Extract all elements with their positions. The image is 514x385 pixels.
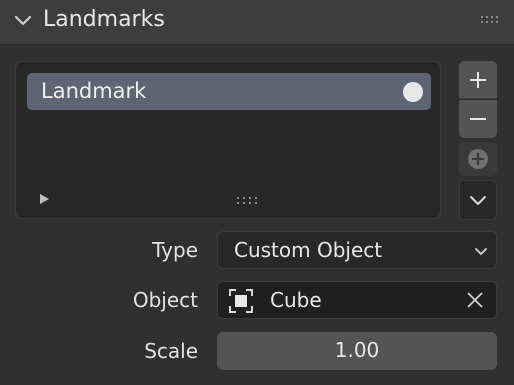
type-dropdown[interactable]: Custom Object bbox=[217, 231, 497, 269]
landmark-list[interactable]: Landmark bbox=[15, 61, 441, 219]
chevron-down-icon bbox=[470, 196, 486, 205]
play-triangle-icon[interactable] bbox=[38, 193, 50, 205]
plus-icon bbox=[470, 71, 486, 88]
chevron-down-icon bbox=[475, 248, 487, 255]
list-item-label: Landmark bbox=[41, 79, 147, 103]
grip-dots-icon[interactable] bbox=[480, 14, 502, 26]
circle-plus-icon bbox=[468, 149, 488, 169]
remove-button[interactable] bbox=[459, 100, 497, 138]
scale-label: Scale bbox=[144, 339, 198, 363]
object-field[interactable]: Cube bbox=[217, 281, 497, 319]
scale-value: 1.00 bbox=[334, 338, 380, 362]
landmarks-panel: Landmarks Landmark Type Custom Object Ob… bbox=[0, 0, 514, 385]
cube-object-icon bbox=[229, 289, 253, 313]
minus-icon bbox=[470, 118, 486, 120]
add-point-button[interactable] bbox=[459, 142, 497, 176]
scale-slider[interactable]: 1.00 bbox=[217, 332, 497, 370]
add-button[interactable] bbox=[459, 61, 497, 99]
list-menu-button[interactable] bbox=[459, 180, 497, 220]
close-icon[interactable] bbox=[466, 291, 484, 309]
chevron-down-icon[interactable] bbox=[13, 11, 33, 31]
type-label: Type bbox=[152, 238, 198, 262]
grip-dots-icon[interactable] bbox=[236, 196, 260, 206]
circle-dot-icon[interactable] bbox=[403, 82, 423, 102]
panel-title: Landmarks bbox=[43, 7, 165, 32]
object-value: Cube bbox=[270, 288, 322, 312]
list-item[interactable]: Landmark bbox=[27, 73, 431, 110]
panel-header[interactable]: Landmarks bbox=[0, 0, 514, 45]
type-value: Custom Object bbox=[234, 238, 383, 262]
object-label: Object bbox=[132, 288, 198, 312]
